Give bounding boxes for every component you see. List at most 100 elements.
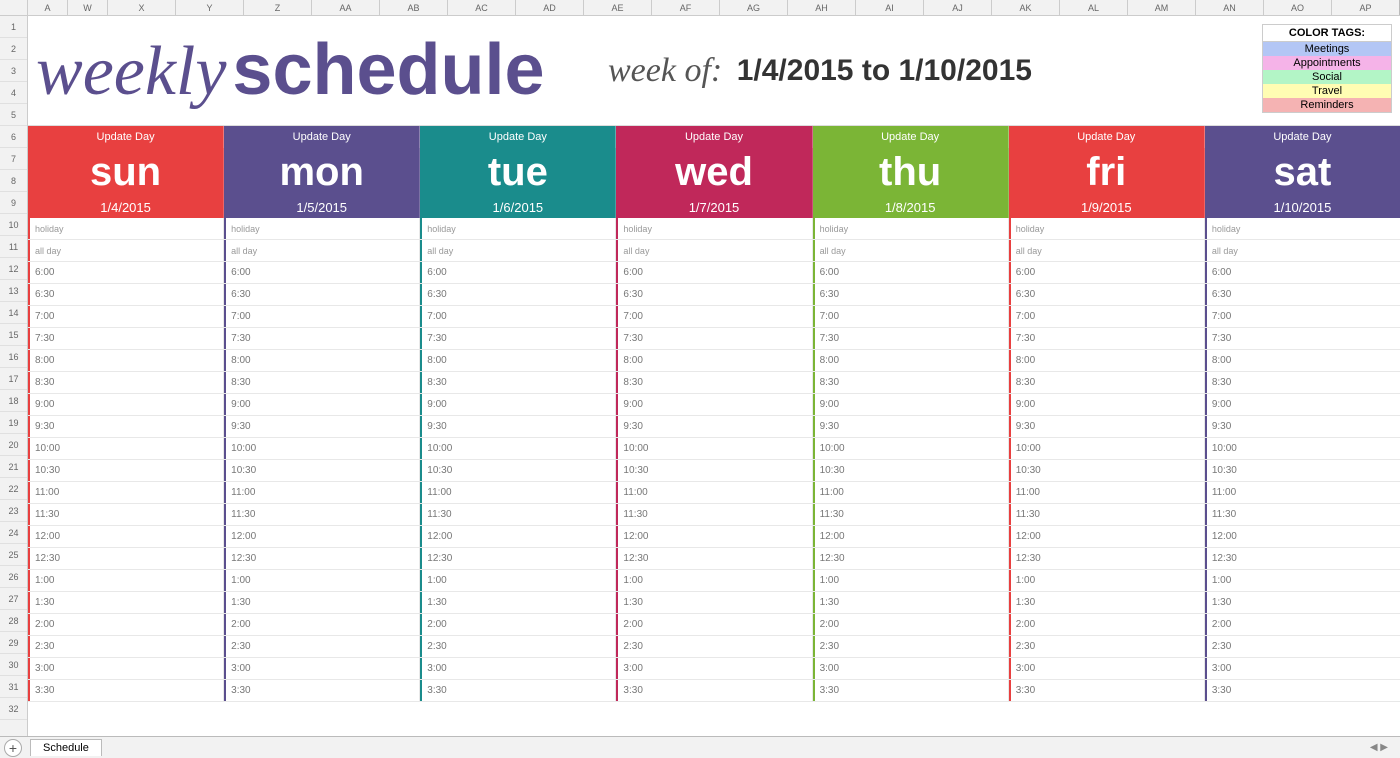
time-cell-wed-16[interactable]: 1:00: [616, 570, 812, 591]
time-cell-sat-18[interactable]: 2:00: [1205, 614, 1400, 635]
time-cell-sun-16[interactable]: 1:00: [28, 570, 224, 591]
time-cell-thu-8[interactable]: 9:00: [813, 394, 1009, 415]
time-cell-sat-0[interactable]: holiday: [1205, 218, 1400, 239]
time-cell-sun-19[interactable]: 2:30: [28, 636, 224, 657]
time-cell-tue-5[interactable]: 7:30: [420, 328, 616, 349]
sheet-tab-schedule[interactable]: Schedule: [30, 739, 102, 756]
update-day-sat[interactable]: Update Day: [1205, 126, 1400, 148]
time-cell-thu-6[interactable]: 8:00: [813, 350, 1009, 371]
time-cell-wed-9[interactable]: 9:30: [616, 416, 812, 437]
time-cell-mon-19[interactable]: 2:30: [224, 636, 420, 657]
time-cell-thu-10[interactable]: 10:00: [813, 438, 1009, 459]
time-cell-fri-2[interactable]: 6:00: [1009, 262, 1205, 283]
time-cell-sat-6[interactable]: 8:00: [1205, 350, 1400, 371]
time-cell-sat-9[interactable]: 9:30: [1205, 416, 1400, 437]
time-cell-tue-19[interactable]: 2:30: [420, 636, 616, 657]
time-cell-tue-1[interactable]: all day: [420, 240, 616, 261]
time-cell-wed-14[interactable]: 12:00: [616, 526, 812, 547]
time-cell-mon-9[interactable]: 9:30: [224, 416, 420, 437]
time-cell-fri-10[interactable]: 10:00: [1009, 438, 1205, 459]
time-cell-tue-9[interactable]: 9:30: [420, 416, 616, 437]
time-cell-thu-9[interactable]: 9:30: [813, 416, 1009, 437]
time-cell-fri-20[interactable]: 3:00: [1009, 658, 1205, 679]
time-cell-sat-11[interactable]: 10:30: [1205, 460, 1400, 481]
time-cell-thu-5[interactable]: 7:30: [813, 328, 1009, 349]
time-cell-sat-20[interactable]: 3:00: [1205, 658, 1400, 679]
time-cell-sun-15[interactable]: 12:30: [28, 548, 224, 569]
time-cell-tue-11[interactable]: 10:30: [420, 460, 616, 481]
time-cell-wed-12[interactable]: 11:00: [616, 482, 812, 503]
time-cell-sat-4[interactable]: 7:00: [1205, 306, 1400, 327]
time-cell-sun-4[interactable]: 7:00: [28, 306, 224, 327]
time-cell-mon-11[interactable]: 10:30: [224, 460, 420, 481]
time-cell-sun-13[interactable]: 11:30: [28, 504, 224, 525]
time-cell-sat-2[interactable]: 6:00: [1205, 262, 1400, 283]
add-sheet-button[interactable]: +: [4, 739, 22, 757]
time-cell-sun-7[interactable]: 8:30: [28, 372, 224, 393]
time-cell-fri-9[interactable]: 9:30: [1009, 416, 1205, 437]
time-cell-fri-17[interactable]: 1:30: [1009, 592, 1205, 613]
time-cell-thu-3[interactable]: 6:30: [813, 284, 1009, 305]
time-cell-wed-8[interactable]: 9:00: [616, 394, 812, 415]
time-cell-wed-7[interactable]: 8:30: [616, 372, 812, 393]
time-cell-tue-14[interactable]: 12:00: [420, 526, 616, 547]
time-cell-sat-5[interactable]: 7:30: [1205, 328, 1400, 349]
time-cell-wed-5[interactable]: 7:30: [616, 328, 812, 349]
time-cell-tue-6[interactable]: 8:00: [420, 350, 616, 371]
time-cell-sat-21[interactable]: 3:30: [1205, 680, 1400, 701]
time-cell-fri-21[interactable]: 3:30: [1009, 680, 1205, 701]
time-cell-mon-17[interactable]: 1:30: [224, 592, 420, 613]
time-cell-tue-15[interactable]: 12:30: [420, 548, 616, 569]
time-cell-mon-20[interactable]: 3:00: [224, 658, 420, 679]
time-cell-tue-3[interactable]: 6:30: [420, 284, 616, 305]
time-cell-wed-1[interactable]: all day: [616, 240, 812, 261]
time-cell-thu-13[interactable]: 11:30: [813, 504, 1009, 525]
time-cell-fri-13[interactable]: 11:30: [1009, 504, 1205, 525]
time-cell-sat-8[interactable]: 9:00: [1205, 394, 1400, 415]
time-cell-sat-17[interactable]: 1:30: [1205, 592, 1400, 613]
update-day-fri[interactable]: Update Day: [1009, 126, 1205, 148]
time-cell-mon-16[interactable]: 1:00: [224, 570, 420, 591]
time-cell-wed-10[interactable]: 10:00: [616, 438, 812, 459]
time-cell-sun-5[interactable]: 7:30: [28, 328, 224, 349]
time-cell-sat-19[interactable]: 2:30: [1205, 636, 1400, 657]
time-cell-mon-4[interactable]: 7:00: [224, 306, 420, 327]
time-cell-mon-21[interactable]: 3:30: [224, 680, 420, 701]
time-cell-sat-16[interactable]: 1:00: [1205, 570, 1400, 591]
time-cell-thu-18[interactable]: 2:00: [813, 614, 1009, 635]
time-cell-tue-13[interactable]: 11:30: [420, 504, 616, 525]
time-cell-thu-11[interactable]: 10:30: [813, 460, 1009, 481]
time-cell-thu-12[interactable]: 11:00: [813, 482, 1009, 503]
time-cell-tue-4[interactable]: 7:00: [420, 306, 616, 327]
time-cell-mon-3[interactable]: 6:30: [224, 284, 420, 305]
time-cell-fri-19[interactable]: 2:30: [1009, 636, 1205, 657]
time-cell-wed-17[interactable]: 1:30: [616, 592, 812, 613]
time-cell-mon-0[interactable]: holiday: [224, 218, 420, 239]
time-cell-thu-21[interactable]: 3:30: [813, 680, 1009, 701]
time-cell-sat-1[interactable]: all day: [1205, 240, 1400, 261]
time-cell-tue-10[interactable]: 10:00: [420, 438, 616, 459]
time-cell-wed-15[interactable]: 12:30: [616, 548, 812, 569]
time-cell-tue-21[interactable]: 3:30: [420, 680, 616, 701]
time-cell-mon-10[interactable]: 10:00: [224, 438, 420, 459]
time-cell-sun-9[interactable]: 9:30: [28, 416, 224, 437]
time-cell-sun-0[interactable]: holiday: [28, 218, 224, 239]
time-cell-fri-16[interactable]: 1:00: [1009, 570, 1205, 591]
time-cell-sun-10[interactable]: 10:00: [28, 438, 224, 459]
time-cell-thu-0[interactable]: holiday: [813, 218, 1009, 239]
time-cell-fri-5[interactable]: 7:30: [1009, 328, 1205, 349]
time-cell-sun-18[interactable]: 2:00: [28, 614, 224, 635]
time-cell-fri-1[interactable]: all day: [1009, 240, 1205, 261]
time-cell-mon-18[interactable]: 2:00: [224, 614, 420, 635]
time-cell-wed-2[interactable]: 6:00: [616, 262, 812, 283]
time-cell-mon-5[interactable]: 7:30: [224, 328, 420, 349]
time-cell-thu-4[interactable]: 7:00: [813, 306, 1009, 327]
time-cell-wed-20[interactable]: 3:00: [616, 658, 812, 679]
time-cell-thu-1[interactable]: all day: [813, 240, 1009, 261]
time-cell-sun-6[interactable]: 8:00: [28, 350, 224, 371]
time-cell-sun-20[interactable]: 3:00: [28, 658, 224, 679]
time-cell-tue-0[interactable]: holiday: [420, 218, 616, 239]
time-cell-mon-1[interactable]: all day: [224, 240, 420, 261]
time-cell-mon-14[interactable]: 12:00: [224, 526, 420, 547]
time-cell-fri-8[interactable]: 9:00: [1009, 394, 1205, 415]
